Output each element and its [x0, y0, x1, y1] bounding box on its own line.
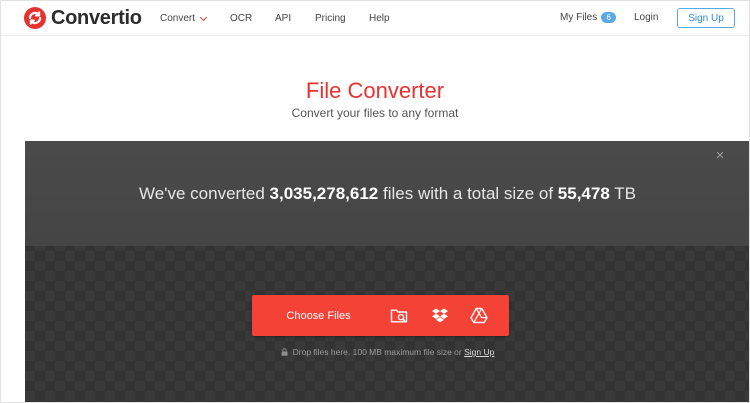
nav-help[interactable]: Help [369, 13, 390, 24]
stats-files-count: 3,035,278,612 [269, 184, 379, 203]
upload-bar: Choose Files [252, 295, 509, 336]
page: Convertio Convert OCR API Pricing Help M… [0, 0, 750, 403]
google-drive-icon[interactable] [470, 307, 488, 324]
my-files-link[interactable]: My Files 6 [560, 12, 617, 23]
conversion-stats: We've converted 3,035,278,612 files with… [25, 184, 750, 204]
converter-panel: × We've converted 3,035,278,612 files wi… [25, 141, 750, 403]
nav-convert[interactable]: Convert [160, 13, 208, 24]
stats-unit: TB [609, 184, 636, 203]
folder-search-icon[interactable] [390, 307, 408, 324]
my-files-label: My Files [560, 12, 598, 23]
stats-prefix: We've converted [139, 184, 270, 203]
convertio-logo-icon [24, 7, 46, 29]
page-subtitle: Convert your files to any format [291, 106, 459, 120]
chevron-down-icon [199, 13, 208, 21]
drop-note-sign-up-link[interactable]: Sign Up [464, 347, 494, 357]
choose-files-button[interactable]: Choose Files [252, 295, 385, 336]
my-files-count-badge: 6 [601, 12, 617, 23]
stats-banner: × We've converted 3,035,278,612 files wi… [25, 141, 750, 246]
nav-api[interactable]: API [275, 13, 291, 24]
nav-convert-label: Convert [160, 13, 196, 24]
drop-note-text: Drop files here. 100 MB maximum file siz… [292, 347, 465, 357]
login-link[interactable]: Login [634, 12, 658, 23]
nav-ocr[interactable]: OCR [230, 13, 252, 24]
page-title: File Converter [305, 78, 445, 103]
stats-total-size: 55,478 [557, 184, 610, 203]
dropbox-icon[interactable] [431, 307, 449, 324]
sign-up-button[interactable]: Sign Up [677, 8, 735, 28]
logo[interactable]: Convertio [24, 6, 142, 30]
drop-zone-note: Drop files here. 100 MB maximum file siz… [25, 347, 750, 357]
nav-pricing[interactable]: Pricing [315, 13, 346, 24]
top-navbar: Convertio Convert OCR API Pricing Help M… [0, 0, 750, 36]
lock-icon [281, 348, 288, 356]
stats-middle: files with a total size of [378, 184, 558, 203]
close-icon[interactable]: × [714, 148, 726, 163]
logo-text: Convertio [51, 6, 142, 29]
